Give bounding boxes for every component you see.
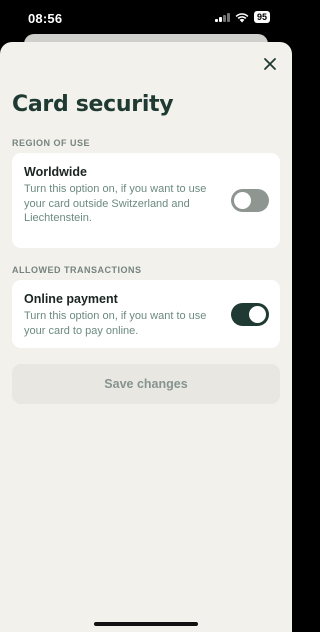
battery-icon: 95 [253,11,270,23]
toggle-knob [234,192,251,209]
wifi-icon [235,12,249,22]
worldwide-option-title: Worldwide [24,165,87,179]
worldwide-option-card: Worldwide Turn this option on, if you wa… [12,153,280,248]
status-bar: 08:56 95 [0,0,292,36]
close-icon [264,58,276,70]
card-security-sheet: Card security REGION OF USE Worldwide Tu… [0,42,292,632]
online-payment-option-title: Online payment [24,292,118,306]
worldwide-option-description: Turn this option on, if you want to use … [24,183,207,224]
online-payment-option-card: Online payment Turn this option on, if y… [12,280,280,348]
status-icons: 95 [215,11,270,23]
online-payment-option-description: Turn this option on, if you want to use … [24,310,207,337]
page-title: Card security [12,92,174,117]
home-indicator [94,622,198,626]
worldwide-toggle[interactable] [231,189,269,212]
status-time: 08:56 [28,11,63,26]
signal-icon [215,12,230,22]
section-label-region: REGION OF USE [12,138,91,148]
toggle-knob [249,306,266,323]
save-changes-button[interactable]: Save changes [12,364,280,404]
online-payment-toggle[interactable] [231,303,269,326]
close-button[interactable] [262,56,278,72]
section-label-transactions: ALLOWED TRANSACTIONS [12,265,142,275]
